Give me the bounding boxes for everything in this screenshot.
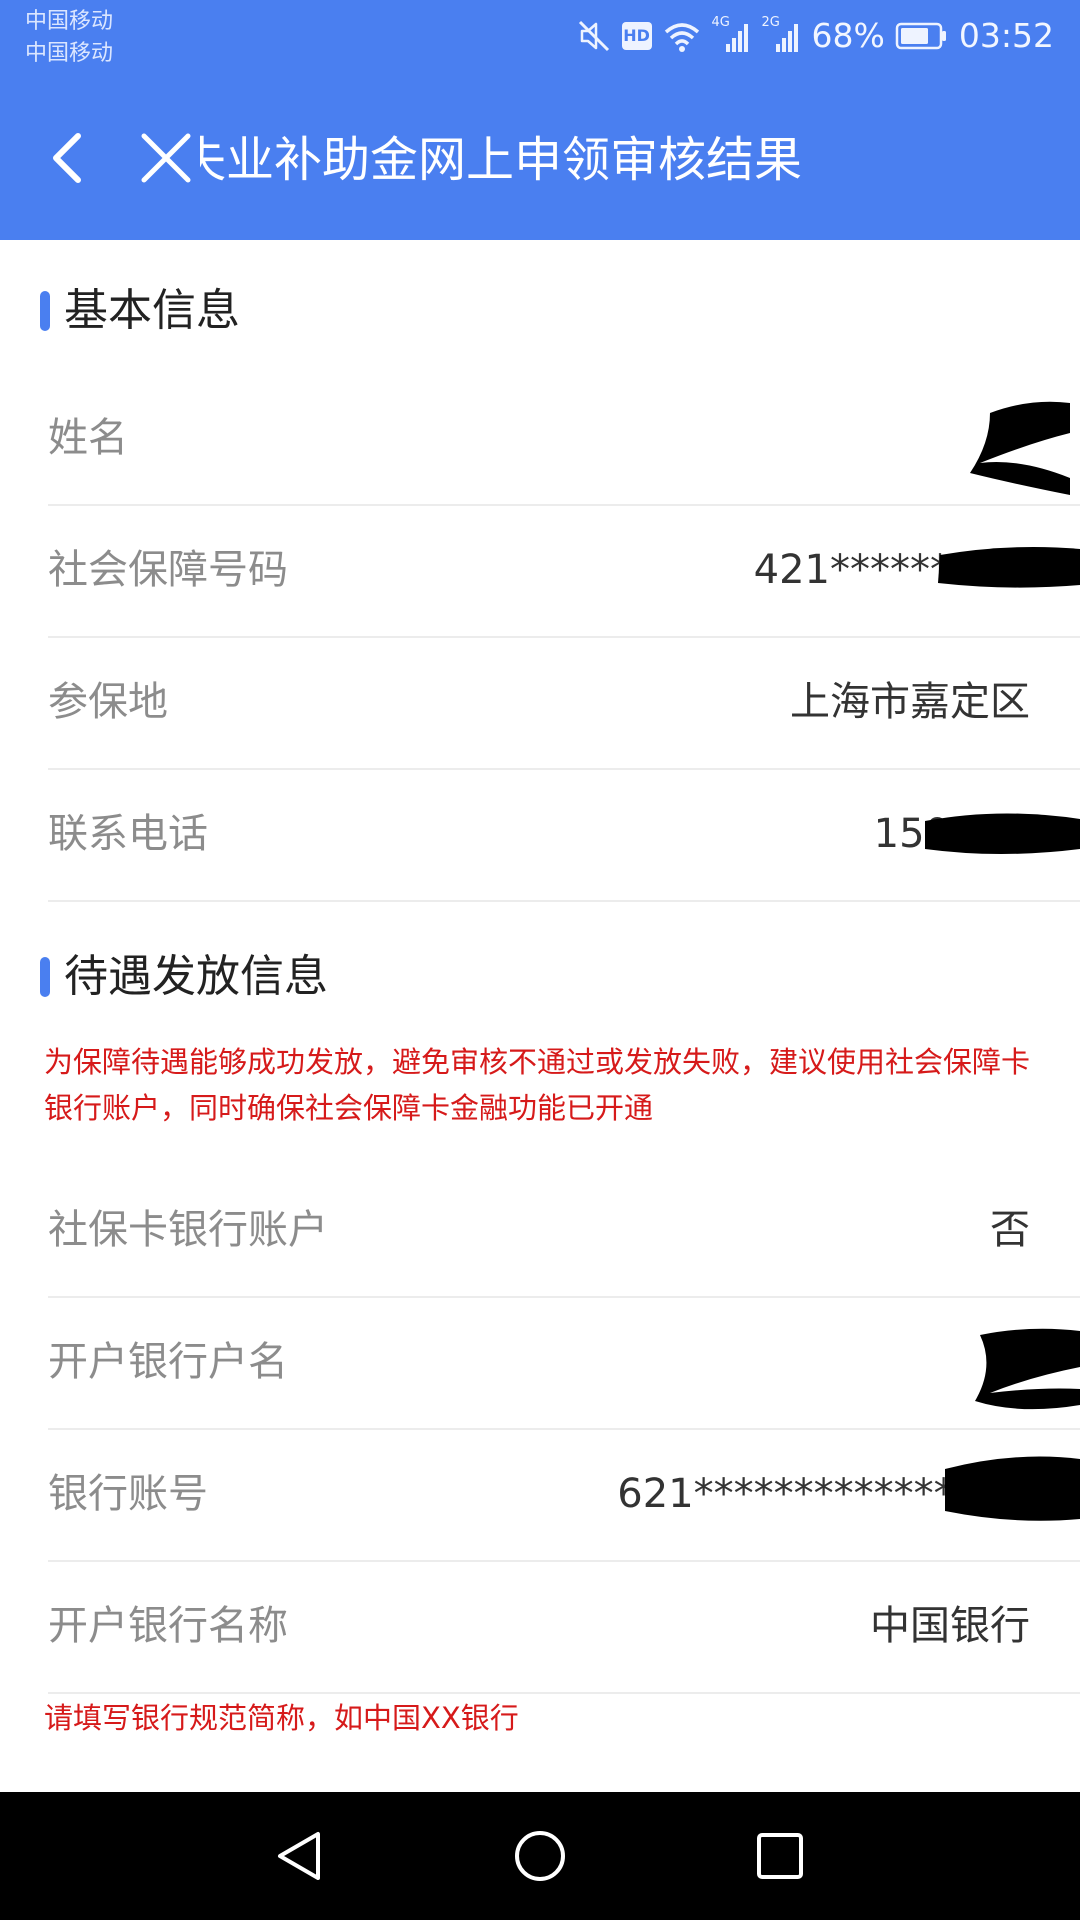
battery-icon [895,21,949,51]
signal-4g-icon: 4G [712,16,752,54]
nav-recent-icon [757,1833,803,1879]
row-phone: 联系电话 150**** [48,769,1080,902]
nav-recent-button[interactable] [742,1818,818,1894]
row-value-card-account: 否 [990,1207,1030,1253]
redaction-scribble [938,547,1080,588]
benefit-notice: 为保障待遇能够成功发放，避免审核不通过或发放失败，建议使用社会保障卡银行账户，同… [44,1045,1031,1125]
row-label-account-no: 银行账号 [48,1471,208,1517]
close-icon [141,133,191,183]
back-arrow-icon [53,133,81,183]
row-label-bank-name: 开户银行名称 [48,1603,288,1649]
section-benefit-info: 待遇发放信息 [40,947,328,1007]
carrier-name-1: 中国移动 [25,9,114,34]
row-label-ssn: 社会保障号码 [48,547,288,593]
status-icons: HD 4G 2G 68% 03:52 [576,14,1054,58]
nav-back-icon [278,1832,320,1880]
carrier-name-2: 中国移动 [25,41,114,66]
row-label-holder: 开户银行户名 [48,1339,288,1385]
row-name: 姓名 [48,373,1080,506]
nav-back-button[interactable] [262,1818,338,1894]
back-button[interactable] [38,118,98,198]
redaction-scribble [970,401,1070,495]
section-accent-bar [40,291,50,331]
redaction-scribble [975,1328,1080,1410]
page-title-container: 失业补助金网上申领审核结果 [200,122,870,198]
row-value-bank-name: 中国银行 [870,1603,1030,1649]
row-label-name: 姓名 [48,415,128,461]
redaction-scribble [945,1456,1080,1521]
page-title: 失业补助金网上申领审核结果 [200,132,803,188]
hd-icon: HD [621,22,652,50]
section-accent-bar [40,957,50,997]
nav-home-button[interactable] [502,1818,578,1894]
bank-name-hint: 请填写银行规范简称，如中国XX银行 [44,1701,519,1735]
redaction-scribble [925,813,1080,854]
system-navigation-bar [0,1792,1080,1920]
row-social-card-account: 社保卡银行账户 否 [48,1165,1080,1298]
close-button[interactable] [134,120,198,196]
row-social-security-no: 社会保障号码 421********** [48,505,1080,638]
wifi-icon [662,18,702,54]
mute-icon [576,18,612,54]
signal-2g-icon: 2G [762,16,802,54]
clock-time: 03:52 [958,16,1054,55]
section-title-basic: 基本信息 [64,285,240,336]
row-label-card-account: 社保卡银行账户 [48,1207,328,1253]
row-account-holder: 开户银行户名 [48,1297,1080,1430]
nav-home-icon [515,1831,565,1881]
section-basic-info: 基本信息 [40,281,240,341]
row-bank-account-no: 银行账号 621*************002 [48,1429,1080,1562]
row-value-location: 上海市嘉定区 [790,679,1030,725]
row-bank-name: 开户银行名称 中国银行 [48,1561,1080,1694]
row-label-phone: 联系电话 [48,811,208,857]
app-header: 中国移动 中国移动 HD 4G 2G 68% 03:52 失业补助金网上申领审核… [0,0,1080,240]
row-label-location: 参保地 [48,679,168,725]
battery-percent: 68% [811,16,885,55]
section-title-benefit: 待遇发放信息 [64,951,328,1002]
row-insured-location: 参保地 上海市嘉定区 [48,637,1080,770]
